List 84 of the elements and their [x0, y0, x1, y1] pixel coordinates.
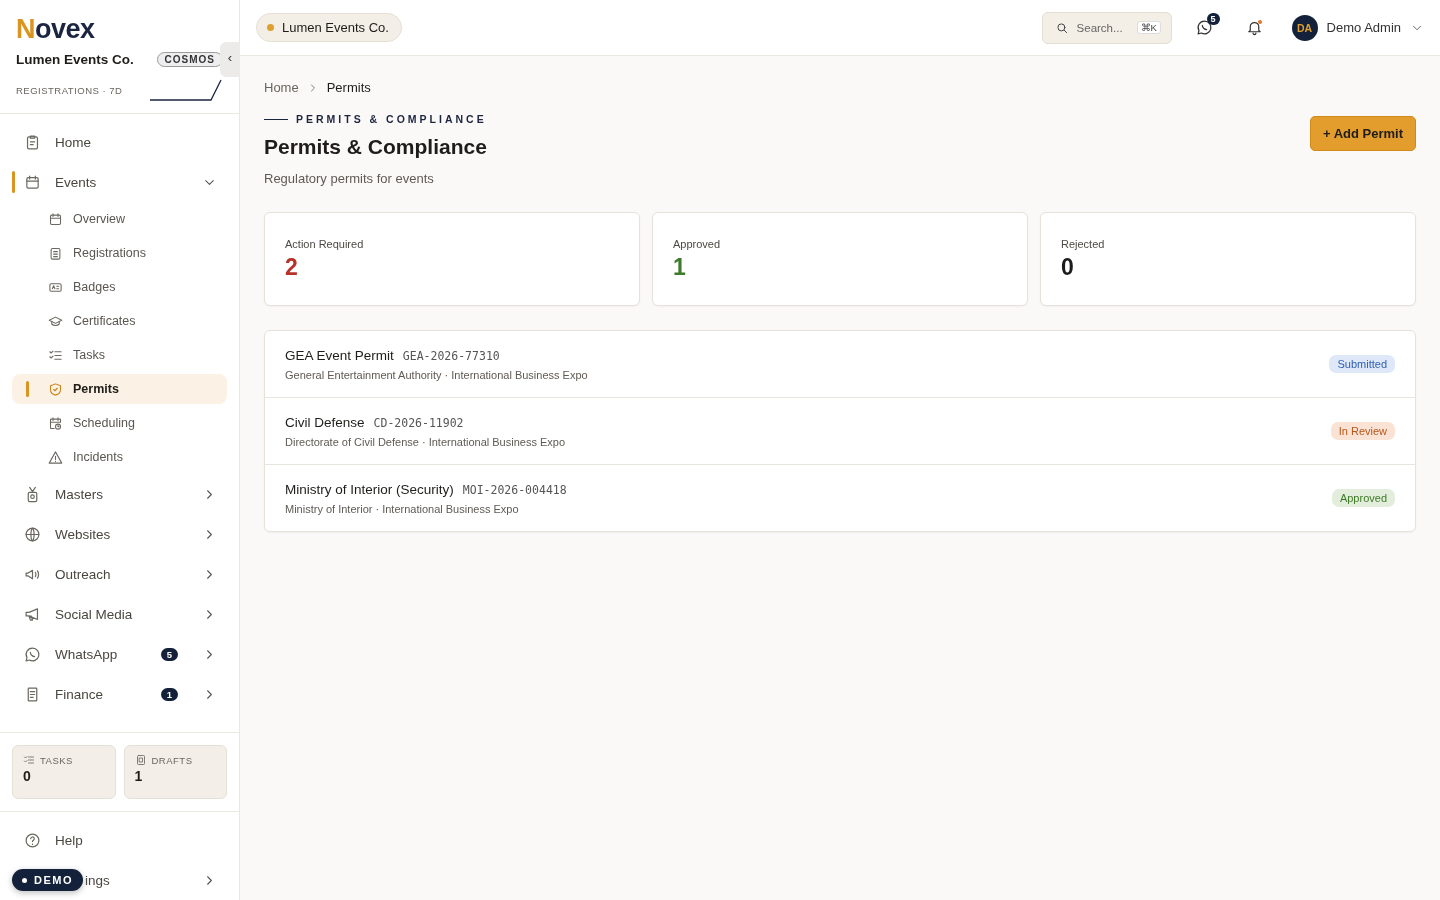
user-name: Demo Admin: [1326, 20, 1401, 35]
avatar: DA: [1291, 14, 1318, 41]
calendar-clock-icon: [48, 415, 63, 431]
globe-icon: [24, 525, 41, 543]
page-title: Permits & Compliance: [264, 135, 487, 159]
shortcut-hint: ⌘K: [1136, 21, 1161, 34]
eyebrow-label: PERMITS & COMPLIANCE: [296, 113, 487, 125]
checklist-icon: [23, 754, 35, 766]
counter-card[interactable]: DRAFTS 1: [123, 745, 227, 799]
plan-tag: COSMOS: [156, 52, 223, 67]
chat-bubble-icon: [24, 645, 41, 663]
help-icon: [24, 831, 41, 849]
permit-row[interactable]: Civil Defense CD-2026-11902 Directorate of Civil Defense · International Business Expo In Review: [265, 397, 1415, 464]
stat-label: Rejected: [1061, 237, 1106, 250]
page-subtitle: Regulatory permits for events: [264, 171, 435, 186]
add-permit-button[interactable]: + Add Permit: [1309, 116, 1416, 151]
shield-check-icon: [48, 381, 63, 397]
nav-subitem[interactable]: Permits: [12, 374, 227, 404]
stat-value: 2: [285, 253, 299, 281]
stat-label: Approved: [673, 237, 722, 250]
nav-subitem[interactable]: Badges: [12, 272, 227, 302]
nav-item[interactable]: ings: [83, 860, 227, 900]
megaphone-icon: [24, 605, 41, 623]
breadcrumb-item: Permits: [326, 80, 371, 95]
permit-title: GEA Event Permit: [285, 347, 394, 363]
count-badge: 5: [1206, 12, 1220, 25]
status-badge: Approved: [1331, 489, 1395, 507]
sparkline-label: REGISTRATIONS · 7D: [16, 84, 123, 96]
count-badge: 1: [160, 687, 178, 701]
permit-title: Ministry of Interior (Security): [285, 481, 454, 497]
graduation-cap-icon: [48, 313, 63, 329]
organization-name: Lumen Events Co.: [16, 52, 134, 67]
demo-badge: DEMO: [12, 869, 83, 891]
permit-code: MOI-2026-004418: [462, 482, 567, 497]
permit-title: Civil Defense: [285, 414, 365, 430]
nav-subitem[interactable]: Incidents: [12, 442, 227, 472]
search-field[interactable]: Search... ⌘K: [1041, 11, 1172, 44]
status-badge: Submitted: [1329, 355, 1395, 373]
nav-subitem[interactable]: Certificates: [12, 306, 227, 336]
logo[interactable]: Novex: [16, 14, 95, 44]
user-menu[interactable]: DA Demo Admin: [1291, 14, 1424, 41]
bell-icon: [1246, 19, 1264, 36]
search-icon: [1054, 20, 1069, 35]
status-badge: In Review: [1330, 422, 1395, 440]
calendar-icon: [24, 173, 41, 191]
counter-value: 1: [134, 768, 144, 784]
nav-item[interactable]: Social Media: [12, 594, 227, 634]
calendar-icon: [48, 211, 63, 227]
breadcrumb-item[interactable]: Home: [264, 80, 299, 95]
nav-item[interactable]: Home: [12, 122, 227, 162]
nav-item[interactable]: Help: [12, 820, 227, 860]
counter-label: TASKS: [40, 754, 73, 766]
document-icon: [134, 754, 147, 766]
permit-subtitle: Ministry of Interior · International Business Expo: [285, 502, 520, 515]
stat-value: 1: [673, 253, 687, 281]
nav-item[interactable]: WhatsApp 5: [12, 634, 227, 674]
permit-subtitle: General Entertainment Authority · International Business Expo: [285, 368, 588, 381]
nav-item[interactable]: Masters: [12, 474, 227, 514]
counter-label: DRAFTS: [151, 754, 193, 766]
stat-label: Action Required: [285, 237, 365, 250]
nav-item[interactable]: Events: [12, 162, 227, 202]
count-badge: 5: [160, 647, 178, 661]
stat-value: 0: [1061, 253, 1075, 281]
nav-item[interactable]: Websites: [12, 514, 227, 554]
clipboard-list-icon: [48, 245, 63, 261]
warning-icon: [48, 449, 63, 465]
permit-subtitle: Directorate of Civil Defense · International Business Expo: [285, 435, 566, 448]
nav-subitem[interactable]: Tasks: [12, 340, 227, 370]
nav-subitem[interactable]: Scheduling: [12, 408, 227, 438]
permit-row[interactable]: Ministry of Interior (Security) MOI-2026-004418 Ministry of Interior · International Business Expo Approved: [265, 464, 1415, 531]
counter-card[interactable]: TASKS 0: [12, 745, 116, 799]
clipboard-icon: [24, 133, 41, 151]
collapse-button[interactable]: ‹: [220, 42, 240, 77]
organization-switcher[interactable]: Lumen Events Co.: [256, 13, 402, 42]
permit-code: GEA-2026-77310: [402, 348, 500, 363]
messages-button[interactable]: 5: [1187, 10, 1222, 45]
permit-code: CD-2026-11902: [373, 415, 464, 430]
permit-row[interactable]: GEA Event Permit GEA-2026-77310 General Entertainment Authority · International Business Expo Submitted: [265, 331, 1415, 397]
nav-item[interactable]: Outreach: [12, 554, 227, 594]
counter-value: 0: [23, 768, 32, 784]
nav-subitem[interactable]: Overview: [12, 204, 227, 234]
nav-item[interactable]: Finance 1: [12, 674, 227, 714]
nav-subitem[interactable]: Registrations: [12, 238, 227, 268]
search-input[interactable]: Search...: [1076, 21, 1129, 34]
